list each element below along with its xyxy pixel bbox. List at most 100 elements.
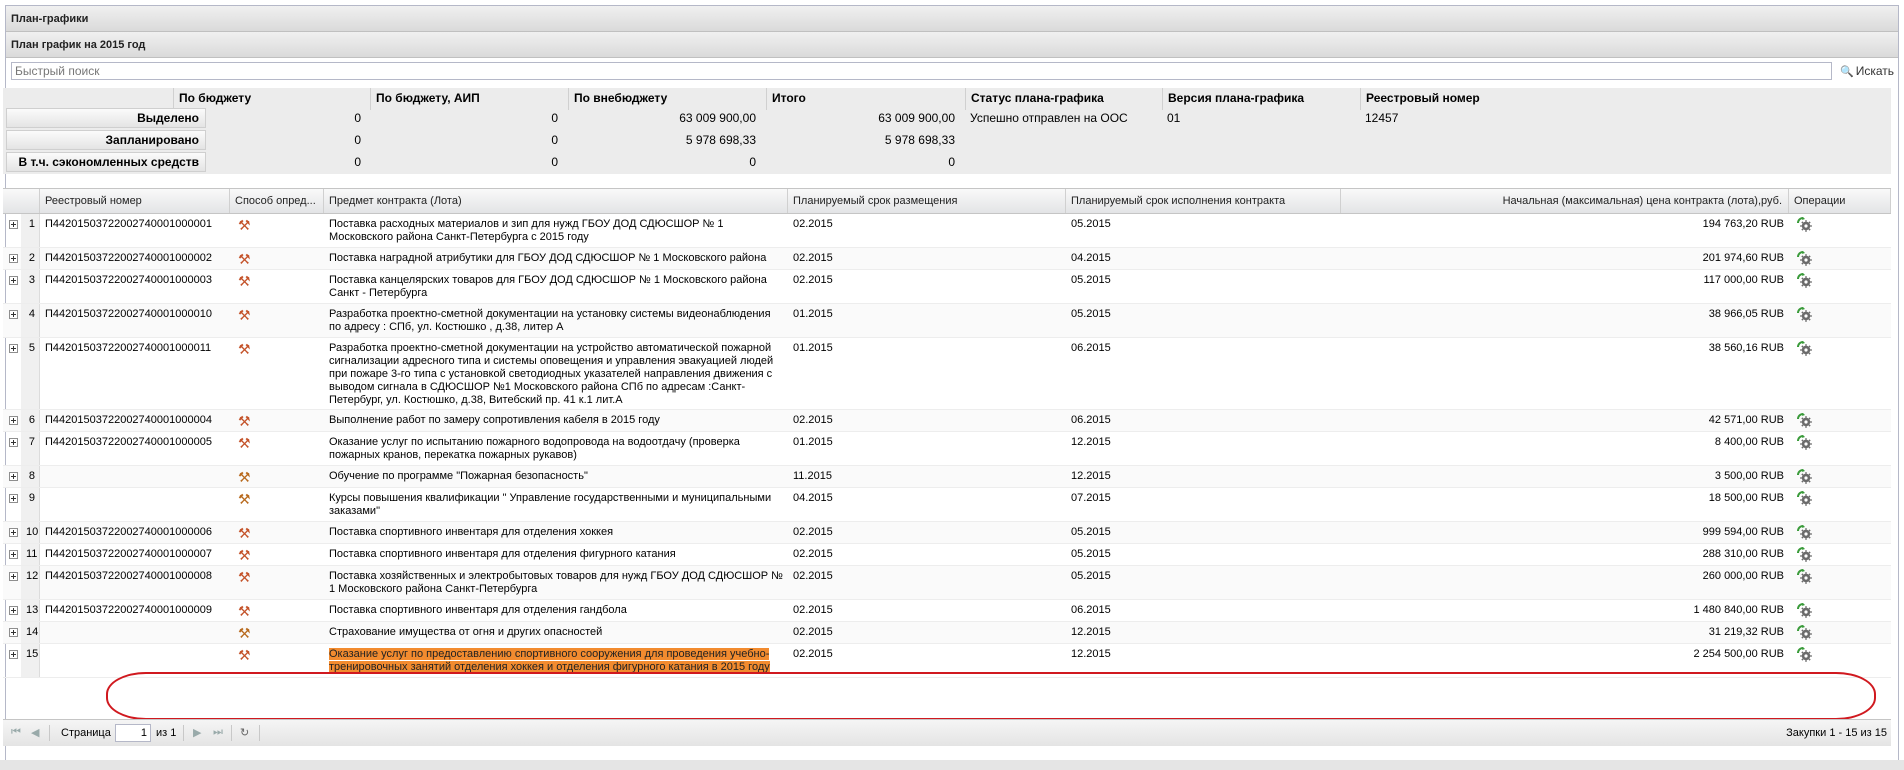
row-expander-cell[interactable] <box>3 622 21 643</box>
table-row[interactable]: 1 П44201503722002740001000001 ⚒ Поставка ра… <box>3 214 1891 248</box>
plus-square-icon[interactable] <box>9 528 18 537</box>
refresh-icon[interactable]: ↻ <box>240 726 249 739</box>
gear-refresh-icon[interactable] <box>1797 647 1813 663</box>
gear-refresh-icon[interactable] <box>1797 491 1813 507</box>
plus-square-icon[interactable] <box>9 494 18 503</box>
header-execution-date[interactable]: Планируемый срок исполнения контракта <box>1066 189 1341 213</box>
gear-refresh-icon[interactable] <box>1797 273 1813 289</box>
gear-refresh-icon[interactable] <box>1797 435 1813 451</box>
cell-subject: Поставка канцелярских товаров для ГБОУ Д… <box>324 270 788 303</box>
hammer-icon[interactable]: ⚒ <box>238 648 251 662</box>
plus-square-icon[interactable] <box>9 220 18 229</box>
hammer-icon[interactable]: ⚒ <box>238 252 251 266</box>
plus-square-icon[interactable] <box>9 650 18 659</box>
row-expander-cell[interactable] <box>3 566 21 599</box>
gear-refresh-icon[interactable] <box>1797 217 1813 233</box>
gear-refresh-icon[interactable] <box>1797 251 1813 267</box>
header-placement-date[interactable]: Планируемый срок размещения <box>788 189 1066 213</box>
plus-square-icon[interactable] <box>9 310 18 319</box>
prev-page-icon[interactable]: ◀ <box>31 726 39 739</box>
hammer-icon[interactable]: ⚒ <box>238 570 251 584</box>
gear-refresh-icon[interactable] <box>1797 469 1813 485</box>
plus-square-icon[interactable] <box>9 438 18 447</box>
cell-operations <box>1789 338 1891 409</box>
header-operations[interactable]: Операции <box>1789 189 1891 213</box>
hammer-icon[interactable]: ⚒ <box>238 492 251 506</box>
table-row[interactable]: 2 П44201503722002740001000002 ⚒ Поставка на… <box>3 248 1891 270</box>
gear-refresh-icon[interactable] <box>1797 525 1813 541</box>
table-row[interactable]: 7 П44201503722002740001000005 ⚒ Оказание ус… <box>3 432 1891 466</box>
plus-square-icon[interactable] <box>9 628 18 637</box>
cell-price: 288 310,00 RUB <box>1702 548 1784 560</box>
row-number: 5 <box>21 338 40 409</box>
plus-square-icon[interactable] <box>9 606 18 615</box>
hammer-icon[interactable]: ⚒ <box>238 626 251 640</box>
table-row[interactable]: 13 П44201503722002740001000009 ⚒ Поставка с… <box>3 600 1891 622</box>
search-button[interactable]: 🔍 Искать <box>1840 62 1894 80</box>
row-expander-cell[interactable] <box>3 270 21 303</box>
gear-refresh-icon[interactable] <box>1797 547 1813 563</box>
hammer-icon[interactable]: ⚒ <box>238 526 251 540</box>
hammer-icon[interactable]: ⚒ <box>238 218 251 232</box>
row-expander-cell[interactable] <box>3 410 21 431</box>
table-row[interactable]: 10 П44201503722002740001000006 ⚒ Поставка с… <box>3 522 1891 544</box>
gear-refresh-icon[interactable] <box>1797 569 1813 585</box>
row-expander-cell[interactable] <box>3 522 21 543</box>
header-regnum[interactable]: Реестровый номер <box>40 189 230 213</box>
gear-refresh-icon[interactable] <box>1797 603 1813 619</box>
table-row[interactable]: 12 П44201503722002740001000008 ⚒ Поставка х… <box>3 566 1891 600</box>
plus-square-icon[interactable] <box>9 254 18 263</box>
cell-execution-date: 04.2015 <box>1071 252 1111 264</box>
hammer-icon[interactable]: ⚒ <box>238 308 251 322</box>
header-method[interactable]: Способ опред... <box>230 189 324 213</box>
last-page-icon[interactable]: ⏭ <box>213 726 223 739</box>
next-page-icon[interactable]: ▶ <box>193 726 201 739</box>
row-expander-cell[interactable] <box>3 304 21 337</box>
gear-refresh-icon[interactable] <box>1797 307 1813 323</box>
table-row[interactable]: 15 ⚒ Оказание услуг по предоставлению спор… <box>3 644 1891 678</box>
gear-refresh-icon[interactable] <box>1797 625 1813 641</box>
row-expander-cell[interactable] <box>3 248 21 269</box>
header-subject[interactable]: Предмет контракта (Лота) <box>324 189 788 213</box>
summary-value: 0 <box>354 133 361 147</box>
plus-square-icon[interactable] <box>9 572 18 581</box>
cell-regnum: П44201503722002740001000011 <box>45 342 212 354</box>
hammer-icon[interactable]: ⚒ <box>238 548 251 562</box>
row-expander-cell[interactable] <box>3 644 21 677</box>
plus-square-icon[interactable] <box>9 276 18 285</box>
hammer-icon[interactable]: ⚒ <box>238 274 251 288</box>
table-row[interactable]: 5 П44201503722002740001000011 ⚒ Разработка … <box>3 338 1891 410</box>
hammer-icon[interactable]: ⚒ <box>238 604 251 618</box>
table-row[interactable]: 14 ⚒ Страхование имущества от огня и други… <box>3 622 1891 644</box>
hammer-icon[interactable]: ⚒ <box>238 470 251 484</box>
page-number-input[interactable] <box>115 724 151 742</box>
plus-square-icon[interactable] <box>9 344 18 353</box>
cell-execution-date: 05.2015 <box>1071 526 1111 538</box>
plus-square-icon[interactable] <box>9 550 18 559</box>
gear-refresh-icon[interactable] <box>1797 413 1813 429</box>
search-input[interactable] <box>11 62 1832 80</box>
row-expander-cell[interactable] <box>3 488 21 521</box>
plus-square-icon[interactable] <box>9 416 18 425</box>
hammer-icon[interactable]: ⚒ <box>238 342 251 356</box>
table-row[interactable]: 3 П44201503722002740001000003 ⚒ Поставка ка… <box>3 270 1891 304</box>
hammer-icon[interactable]: ⚒ <box>238 414 251 428</box>
first-page-icon[interactable]: ⏮ <box>11 726 21 739</box>
table-row[interactable]: 4 П44201503722002740001000010 ⚒ Разработка … <box>3 304 1891 338</box>
row-expander-cell[interactable] <box>3 432 21 465</box>
row-expander-cell[interactable] <box>3 544 21 565</box>
table-row[interactable]: 6 П44201503722002740001000004 ⚒ Выполнение … <box>3 410 1891 432</box>
table-row[interactable]: 9 ⚒ Курсы повышения квалификации " Управле… <box>3 488 1891 522</box>
hammer-icon[interactable]: ⚒ <box>238 436 251 450</box>
header-price[interactable]: Начальная (максимальная) цена контракта … <box>1341 189 1789 213</box>
table-row[interactable]: 11 П44201503722002740001000007 ⚒ Поставка с… <box>3 544 1891 566</box>
row-expander-cell[interactable] <box>3 214 21 247</box>
row-expander-cell[interactable] <box>3 338 21 409</box>
plus-square-icon[interactable] <box>9 472 18 481</box>
cell-execution-date: 06.2015 <box>1071 604 1111 616</box>
gear-refresh-icon[interactable] <box>1797 341 1813 357</box>
table-row[interactable]: 8 ⚒ Обучение по программе "Пожарная безопа… <box>3 466 1891 488</box>
row-expander-cell[interactable] <box>3 600 21 621</box>
cell-method: ⚒ <box>230 600 324 621</box>
row-expander-cell[interactable] <box>3 466 21 487</box>
